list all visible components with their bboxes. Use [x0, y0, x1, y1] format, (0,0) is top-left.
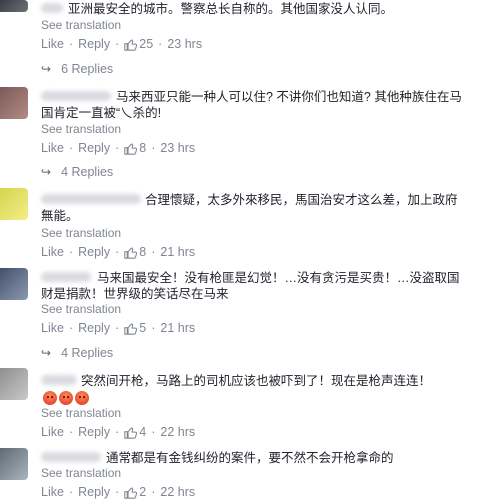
like-count: 8 [139, 245, 147, 259]
comment-actions: Like · Reply · 8 · 23 hrs [41, 141, 195, 155]
separator: · [68, 321, 74, 335]
angry-face-icon [43, 391, 57, 405]
comment-actions: Like · Reply · 5 · 21 hrs [41, 321, 195, 335]
avatar[interactable] [0, 368, 28, 400]
thumbs-up-icon [124, 142, 138, 155]
angry-face-icon [75, 391, 89, 405]
separator: · [151, 245, 156, 259]
see-translation-link[interactable]: See translation [41, 226, 121, 240]
separator: · [68, 37, 74, 51]
like-count: 5 [139, 321, 147, 335]
reply-button[interactable]: Reply [78, 485, 110, 499]
separator: · [115, 321, 120, 335]
reply-arrow-icon: ↪ [41, 346, 52, 360]
like-count: 4 [139, 425, 147, 439]
separator: · [158, 37, 163, 51]
like-count: 2 [139, 485, 147, 499]
like-button[interactable]: Like [41, 245, 64, 259]
separator: · [115, 141, 120, 155]
like-button[interactable]: Like [41, 321, 64, 335]
like-button[interactable]: Like [41, 141, 64, 155]
comment-text: 通常都是有金钱纠纷的案件，要不然不会开枪拿命的 [106, 451, 394, 465]
comment-actions: Like · Reply · 2 · 22 hrs [41, 485, 195, 499]
separator: · [68, 245, 74, 259]
see-translation-link[interactable]: See translation [41, 122, 121, 136]
reaction-emojis [43, 391, 89, 405]
comment-text: 亚洲最安全的城市。警察总长自称的。其他国家没人认同。 [68, 2, 394, 16]
commenter-name[interactable] [41, 452, 101, 462]
timestamp[interactable]: 23 hrs [160, 141, 195, 155]
separator: · [68, 141, 74, 155]
see-translation-link[interactable]: See translation [41, 18, 121, 32]
see-translation-link[interactable]: See translation [41, 466, 121, 480]
like-count: 8 [139, 141, 147, 155]
timestamp[interactable]: 21 hrs [160, 321, 195, 335]
thumbs-up-icon [124, 246, 138, 259]
reply-button[interactable]: Reply [78, 425, 110, 439]
comment-text: 合理懷疑，太多外來移民，馬国治安才这么差，加上政府無能。 [41, 193, 458, 223]
avatar[interactable] [0, 0, 28, 12]
thumbs-up-icon [124, 38, 138, 51]
replies-label: 4 Replies [61, 165, 114, 179]
view-replies-button[interactable]: ↪ 4 Replies [41, 165, 113, 179]
commenter-name[interactable] [41, 3, 63, 13]
separator: · [115, 37, 120, 51]
view-replies-button[interactable]: ↪ 4 Replies [41, 346, 113, 360]
separator: · [151, 321, 156, 335]
reply-arrow-icon: ↪ [41, 165, 52, 179]
timestamp[interactable]: 22 hrs [160, 425, 195, 439]
comment-text: 马来国最安全！没有枪匪是幻觉！…没有贪污是买贵！…没盗取国财是捐款！世界级的笑话… [41, 271, 460, 301]
timestamp[interactable]: 22 hrs [160, 485, 195, 499]
separator: · [115, 245, 120, 259]
replies-label: 6 Replies [61, 62, 114, 76]
comment-text: 马来西亚只能一种人可以住? 不讲你们也知道? 其他种族住在马国肯定一直被“乀杀的… [41, 90, 462, 120]
avatar[interactable] [0, 268, 28, 300]
comment-actions: Like · Reply · 4 · 22 hrs [41, 425, 195, 439]
like-count: 25 [139, 37, 154, 51]
separator: · [151, 485, 156, 499]
thumbs-up-icon [124, 322, 138, 335]
comment-actions: Like · Reply · 8 · 21 hrs [41, 245, 195, 259]
thumbs-up-icon [124, 486, 138, 499]
avatar[interactable] [0, 87, 28, 119]
reply-button[interactable]: Reply [78, 321, 110, 335]
timestamp[interactable]: 23 hrs [167, 37, 202, 51]
separator: · [68, 485, 74, 499]
reply-button[interactable]: Reply [78, 37, 110, 51]
angry-face-icon [59, 391, 73, 405]
commenter-name[interactable] [41, 375, 77, 385]
separator: · [68, 425, 74, 439]
comment-actions: Like · Reply · 25 · 23 hrs [41, 37, 202, 51]
reply-button[interactable]: Reply [78, 141, 110, 155]
reply-arrow-icon: ↪ [41, 62, 52, 76]
reply-button[interactable]: Reply [78, 245, 110, 259]
replies-label: 4 Replies [61, 346, 114, 360]
separator: · [151, 425, 156, 439]
comment-text: 突然间开枪，马路上的司机应该也被吓到了！现在是枪声连连！ [81, 374, 432, 388]
timestamp[interactable]: 21 hrs [160, 245, 195, 259]
view-replies-button[interactable]: ↪ 6 Replies [41, 62, 113, 76]
like-button[interactable]: Like [41, 485, 64, 499]
separator: · [115, 485, 120, 499]
separator: · [151, 141, 156, 155]
thumbs-up-icon [124, 426, 138, 439]
like-button[interactable]: Like [41, 37, 64, 51]
avatar[interactable] [0, 188, 28, 220]
like-button[interactable]: Like [41, 425, 64, 439]
see-translation-link[interactable]: See translation [41, 406, 121, 420]
see-translation-link[interactable]: See translation [41, 302, 121, 316]
separator: · [115, 425, 120, 439]
avatar[interactable] [0, 448, 28, 480]
